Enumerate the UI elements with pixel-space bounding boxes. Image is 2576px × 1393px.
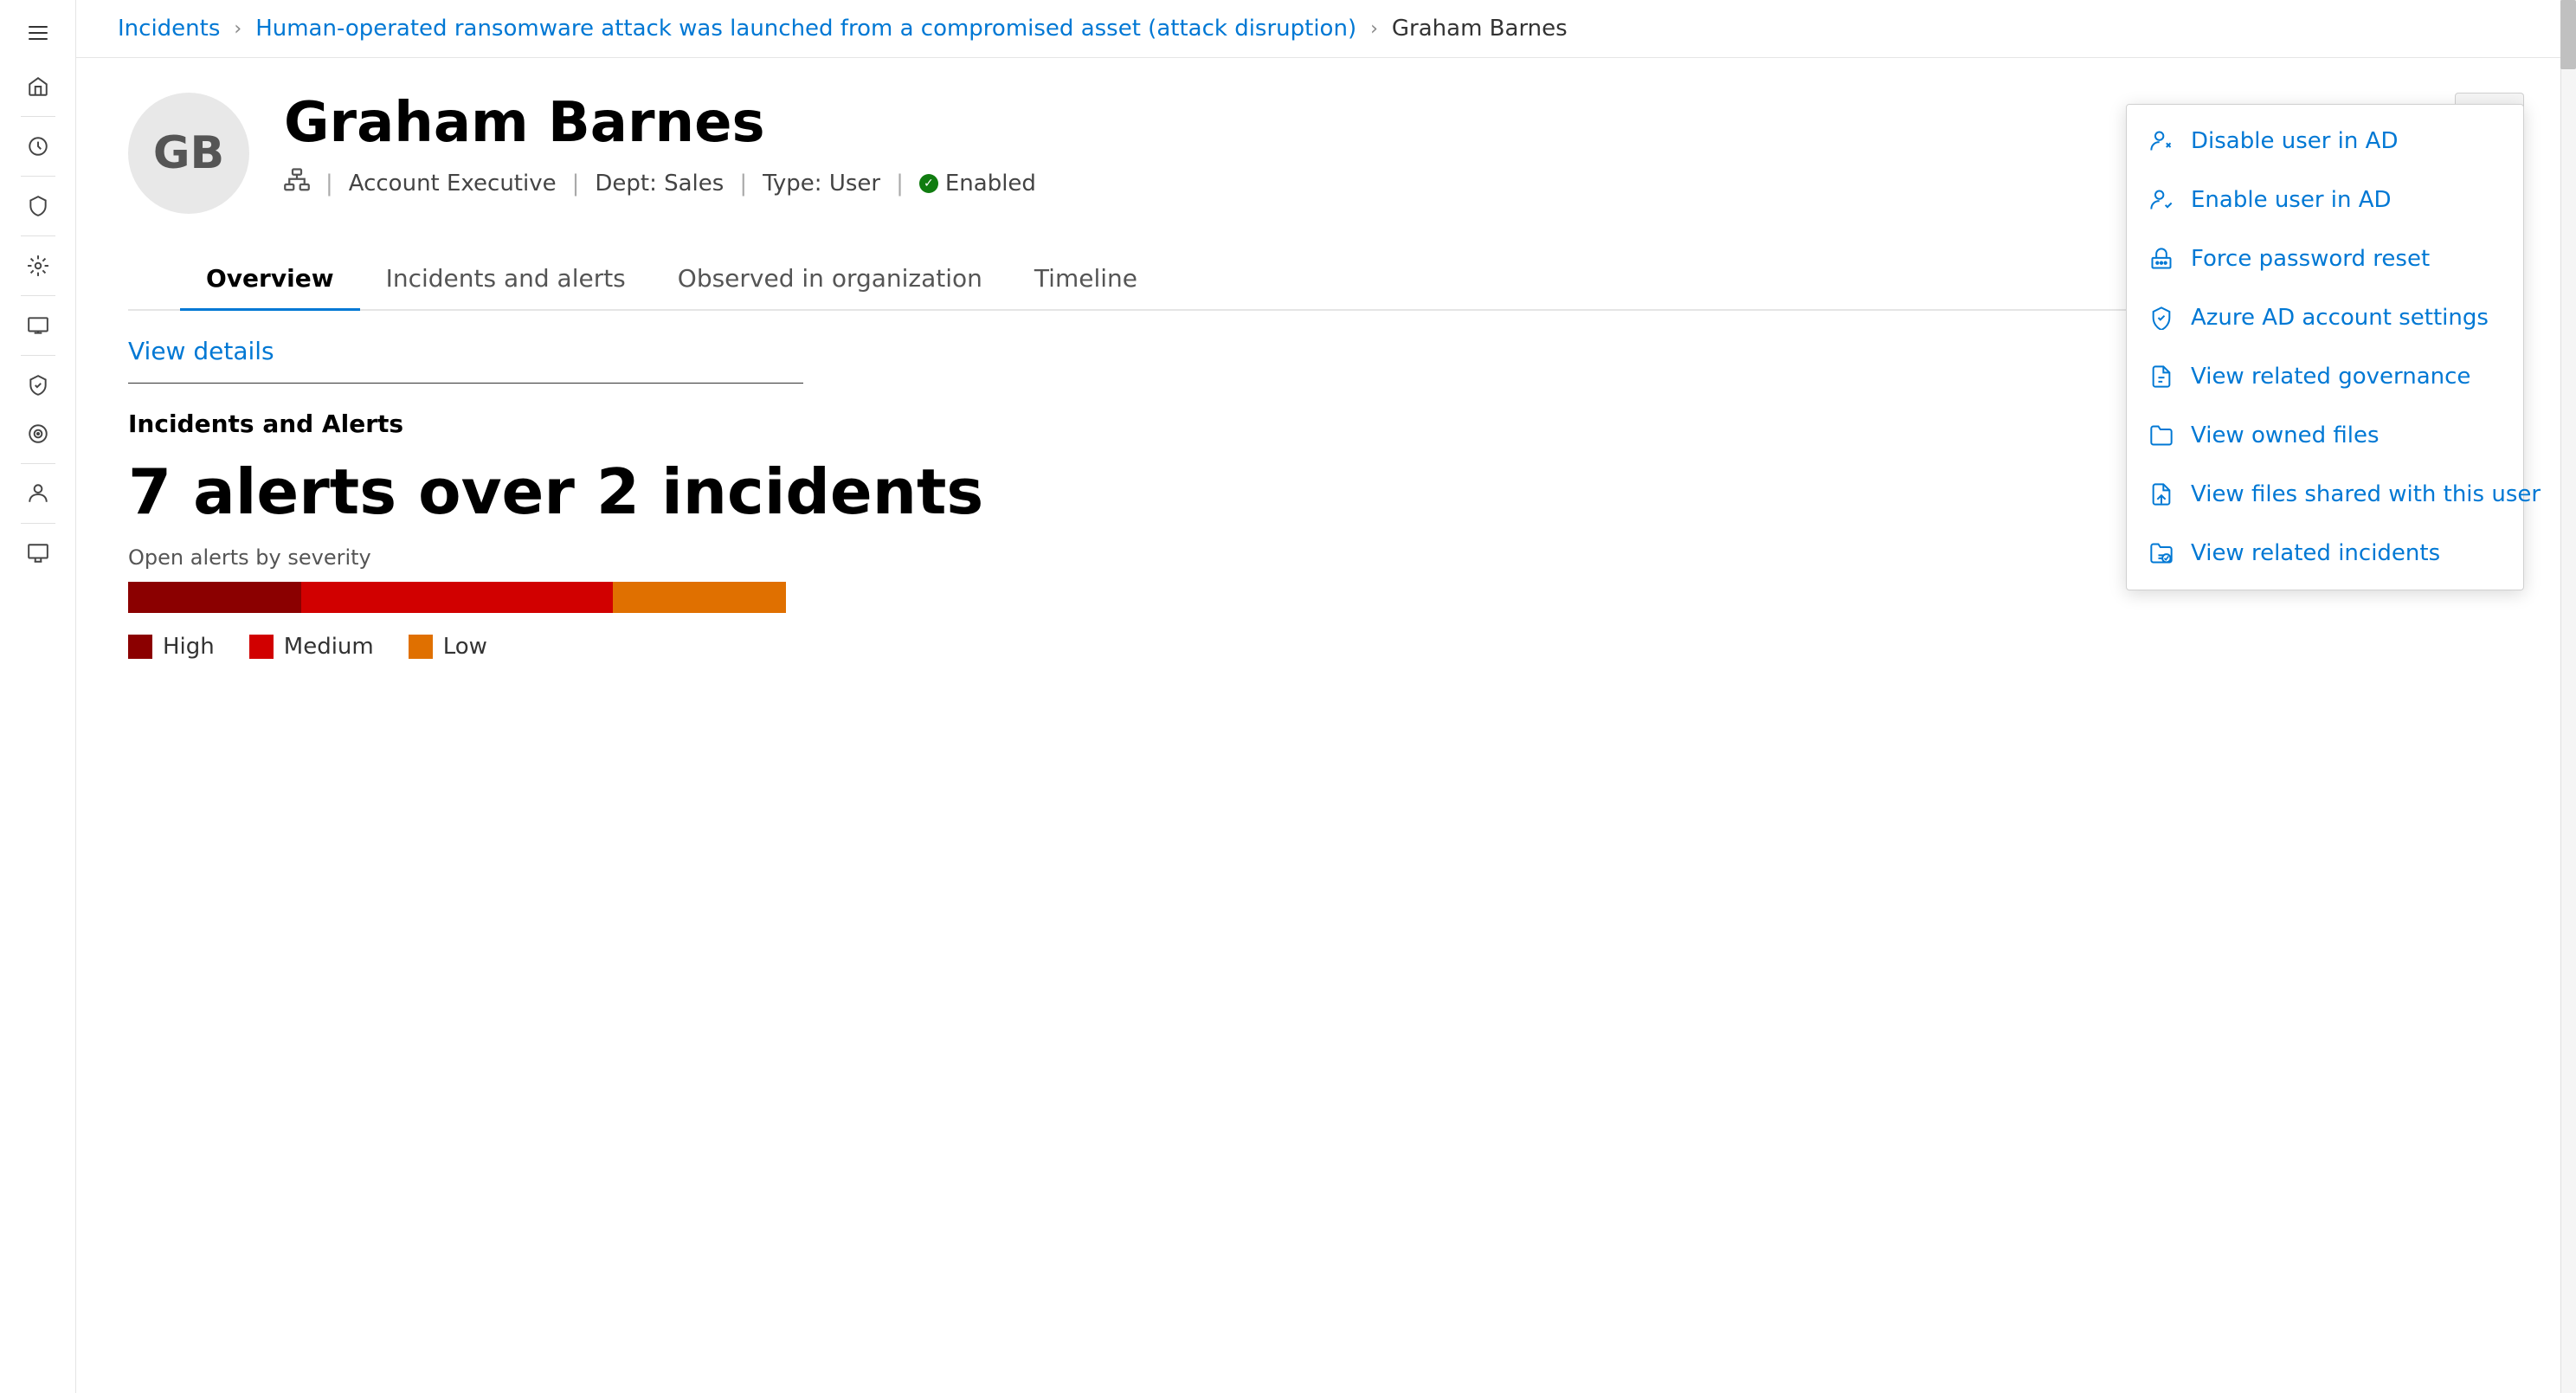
menu-governance[interactable]: View related governance bbox=[2127, 347, 2523, 406]
profile-dept: Dept: Sales bbox=[595, 171, 724, 197]
menu-password-reset[interactable]: Force password reset bbox=[2127, 229, 2523, 288]
severity-bar-container bbox=[128, 582, 786, 613]
breadcrumb: Incidents › Human-operated ransomware at… bbox=[76, 0, 2576, 58]
menu-related-incidents[interactable]: View related incidents bbox=[2127, 524, 2523, 583]
severity-legend: High Medium Low bbox=[128, 634, 2524, 660]
clock-icon[interactable] bbox=[16, 124, 61, 169]
tab-timeline[interactable]: Timeline bbox=[1008, 248, 1163, 311]
main-content: Incidents › Human-operated ransomware at… bbox=[76, 0, 2576, 1393]
legend-color-low bbox=[409, 635, 433, 659]
files-icon bbox=[2148, 422, 2175, 449]
breadcrumb-incidents[interactable]: Incidents bbox=[118, 16, 220, 42]
legend-medium: Medium bbox=[249, 634, 374, 660]
scrollbar-track bbox=[2560, 0, 2576, 1393]
menu-incidents-label: View related incidents bbox=[2191, 540, 2440, 566]
profile-info: Graham Barnes | Account Executive | bbox=[284, 93, 1036, 199]
menu-enable-user[interactable]: Enable user in AD bbox=[2127, 171, 2523, 229]
shield-icon[interactable] bbox=[16, 184, 61, 229]
legend-label-medium: Medium bbox=[284, 634, 374, 660]
sidebar-divider-3 bbox=[21, 235, 55, 236]
context-menu: Disable user in AD Enable user in AD bbox=[2126, 104, 2524, 590]
radar-icon[interactable] bbox=[16, 411, 61, 456]
breadcrumb-sep-1: › bbox=[234, 18, 242, 40]
profile-role: Account Executive bbox=[349, 171, 557, 197]
sidebar-divider-4 bbox=[21, 295, 55, 296]
status-label: Enabled bbox=[945, 171, 1036, 197]
home-icon[interactable] bbox=[16, 64, 61, 109]
endpoint-icon[interactable] bbox=[16, 531, 61, 576]
menu-password-label: Force password reset bbox=[2191, 246, 2430, 272]
severity-bar-low bbox=[613, 582, 786, 613]
person-icon[interactable] bbox=[16, 471, 61, 516]
legend-label-high: High bbox=[163, 634, 215, 660]
device-icon[interactable] bbox=[16, 303, 61, 348]
menu-azure-label: Azure AD account settings bbox=[2191, 305, 2489, 331]
sidebar-divider-6 bbox=[21, 463, 55, 464]
legend-color-high bbox=[128, 635, 152, 659]
menu-shared-files[interactable]: View files shared with this user bbox=[2127, 465, 2523, 524]
menu-azure-settings[interactable]: Azure AD account settings bbox=[2127, 288, 2523, 347]
apps-icon[interactable] bbox=[16, 243, 61, 288]
user-x-icon bbox=[2148, 127, 2175, 155]
meta-sep-2: | bbox=[739, 171, 747, 197]
sidebar bbox=[0, 0, 76, 1393]
meta-sep-1: | bbox=[572, 171, 580, 197]
tab-incidents-alerts[interactable]: Incidents and alerts bbox=[360, 248, 652, 311]
profile-name: Graham Barnes bbox=[284, 93, 1036, 153]
legend-high: High bbox=[128, 634, 215, 660]
sidebar-divider-1 bbox=[21, 116, 55, 117]
menu-disable-user[interactable]: Disable user in AD bbox=[2127, 112, 2523, 171]
scrollbar-thumb[interactable] bbox=[2560, 0, 2576, 69]
menu-owned-files-label: View owned files bbox=[2191, 422, 2380, 448]
status-dot-icon: ✓ bbox=[919, 174, 938, 193]
breadcrumb-sep-2: › bbox=[1370, 18, 1378, 40]
menu-disable-label: Disable user in AD bbox=[2191, 128, 2398, 154]
legend-label-low: Low bbox=[443, 634, 487, 660]
status-badge: ✓ Enabled bbox=[919, 171, 1036, 197]
tab-overview[interactable]: Overview bbox=[180, 248, 360, 311]
legend-color-medium bbox=[249, 635, 274, 659]
breadcrumb-user: Graham Barnes bbox=[1392, 16, 1568, 42]
sidebar-divider-2 bbox=[21, 176, 55, 177]
severity-bar-high bbox=[128, 582, 301, 613]
user-check-icon bbox=[2148, 186, 2175, 214]
hamburger-menu[interactable] bbox=[16, 10, 61, 55]
security2-icon[interactable] bbox=[16, 363, 61, 408]
menu-enable-label: Enable user in AD bbox=[2191, 187, 2392, 213]
network-icon bbox=[284, 167, 310, 199]
meta-sep-3: | bbox=[896, 171, 904, 197]
password-icon bbox=[2148, 245, 2175, 273]
view-details-link[interactable]: View details bbox=[128, 337, 274, 365]
menu-owned-files[interactable]: View owned files bbox=[2127, 406, 2523, 465]
menu-governance-label: View related governance bbox=[2191, 364, 2470, 390]
legend-low: Low bbox=[409, 634, 487, 660]
breadcrumb-incident-title[interactable]: Human-operated ransomware attack was lau… bbox=[255, 16, 1356, 42]
profile-type: Type: User bbox=[763, 171, 880, 197]
severity-bar-medium bbox=[301, 582, 613, 613]
azure-icon bbox=[2148, 304, 2175, 332]
sidebar-divider-7 bbox=[21, 523, 55, 524]
tab-observed[interactable]: Observed in organization bbox=[652, 248, 1008, 311]
incidents-icon bbox=[2148, 539, 2175, 567]
shared-files-icon bbox=[2148, 480, 2175, 508]
sidebar-divider-5 bbox=[21, 355, 55, 356]
meta-sep-0: | bbox=[325, 171, 333, 197]
governance-icon bbox=[2148, 363, 2175, 390]
menu-shared-files-label: View files shared with this user bbox=[2191, 481, 2541, 507]
avatar: GB bbox=[128, 93, 249, 214]
profile-meta: | Account Executive | Dept: Sales | Type… bbox=[284, 167, 1036, 199]
